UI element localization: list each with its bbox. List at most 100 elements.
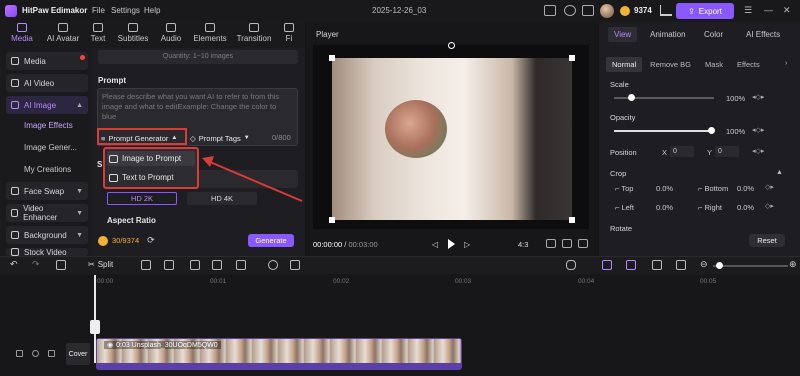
export-button[interactable]: ⇪ Export xyxy=(676,3,734,19)
tab-animation[interactable]: Animation xyxy=(644,27,692,42)
crop-bottom-value[interactable]: 0.0% xyxy=(737,184,754,193)
magnet-icon[interactable] xyxy=(626,260,636,270)
chevron-right-icon[interactable]: › xyxy=(785,60,787,67)
style-option[interactable] xyxy=(198,170,298,188)
resize-handle[interactable] xyxy=(569,217,575,223)
undo-icon[interactable]: ↶ xyxy=(10,259,18,270)
audio-mute-icon[interactable] xyxy=(48,350,55,357)
resize-handle[interactable] xyxy=(329,217,335,223)
avatar-tool-icon[interactable] xyxy=(268,260,278,270)
delete-icon[interactable] xyxy=(56,260,66,270)
opacity-value[interactable]: 100% xyxy=(726,127,745,136)
fit-icon[interactable] xyxy=(676,260,686,270)
prev-frame-icon[interactable]: ◁ xyxy=(432,240,438,249)
resize-handle[interactable] xyxy=(329,55,335,61)
zoom-slider-knob[interactable] xyxy=(716,262,723,269)
crop-right-value[interactable]: 0.0% xyxy=(737,203,754,212)
tab-transition[interactable]: Transition xyxy=(232,23,276,47)
reset-button[interactable]: Reset xyxy=(749,234,785,247)
sidebar-item-background[interactable]: Background ▼ xyxy=(6,226,88,244)
subtab-effects[interactable]: Effects xyxy=(731,57,766,72)
fullscreen-icon[interactable] xyxy=(562,239,572,248)
menu-settings[interactable]: Settings xyxy=(111,6,140,15)
opacity-slider[interactable] xyxy=(614,130,714,132)
preview-image[interactable] xyxy=(332,58,572,220)
tab-filters[interactable]: Fi xyxy=(278,23,300,47)
info-icon[interactable] xyxy=(564,5,576,16)
tab-audio[interactable]: Audio xyxy=(154,23,188,47)
zoom-slider[interactable] xyxy=(713,265,788,267)
redo-icon[interactable]: ↷ xyxy=(32,259,40,270)
tab-text[interactable]: Text xyxy=(84,23,112,47)
subtab-normal[interactable]: Normal xyxy=(606,56,643,72)
eye-icon[interactable] xyxy=(32,350,39,357)
sidebar-item-ai-video[interactable]: AI Video xyxy=(6,74,88,92)
refresh-icon[interactable]: ⟳ xyxy=(147,235,155,246)
sidebar-sub-image-generator[interactable]: Image Gener... xyxy=(24,143,77,152)
camera-icon[interactable] xyxy=(546,239,556,248)
track-collapse-handle[interactable] xyxy=(90,320,100,334)
snap-icon[interactable] xyxy=(652,260,662,270)
minimize-icon[interactable]: — xyxy=(764,5,773,15)
close-icon[interactable]: ✕ xyxy=(783,5,791,16)
sidebar-item-video-enhancer[interactable]: Video Enhancer ▼ xyxy=(6,204,88,222)
expand-icon[interactable] xyxy=(578,239,588,248)
split-button[interactable]: ✂ Split xyxy=(88,260,113,269)
resolution-hd-4k[interactable]: HD 4K xyxy=(187,192,257,205)
sidebar-sub-image-effects[interactable]: Image Effects xyxy=(24,121,73,130)
subtab-remove-bg[interactable]: Remove BG xyxy=(644,57,697,72)
menu-help[interactable]: Help xyxy=(144,6,160,15)
zoom-out-icon[interactable]: ⊖ xyxy=(700,259,708,270)
image-tool-icon[interactable] xyxy=(290,260,300,270)
scale-slider-knob[interactable] xyxy=(628,94,635,101)
sidebar-item-face-swap[interactable]: Face Swap ▼ xyxy=(6,182,88,200)
tab-subtitles[interactable]: Subtitles xyxy=(112,23,154,47)
aspect-ratio-select[interactable]: 4:3 xyxy=(518,240,528,249)
subtab-mask[interactable]: Mask xyxy=(699,57,729,72)
sidebar-item-media[interactable]: Media xyxy=(6,52,88,70)
keyframe-icon[interactable]: ◂◇▸ xyxy=(752,147,764,155)
tab-view[interactable]: View xyxy=(608,27,638,42)
play-icon[interactable] xyxy=(448,239,455,249)
keyframe-icon[interactable]: ◂◇▸ xyxy=(752,93,764,101)
mirror-icon[interactable] xyxy=(236,260,246,270)
cart-icon[interactable] xyxy=(660,5,672,16)
sidebar-item-stock-video[interactable]: Stock Video xyxy=(6,248,88,256)
scale-value[interactable]: 100% xyxy=(726,94,745,103)
prompt-tags-button[interactable]: ◇ Prompt Tags ▼ xyxy=(190,132,250,144)
generate-button[interactable]: Generate xyxy=(248,234,294,247)
position-x-input[interactable]: 0 xyxy=(670,146,694,157)
tab-media[interactable]: Media xyxy=(2,23,42,47)
lock-icon[interactable] xyxy=(16,350,23,357)
shield-icon[interactable] xyxy=(141,260,151,270)
microphone-icon[interactable] xyxy=(566,260,576,270)
menu-file[interactable]: File xyxy=(92,6,105,15)
crop-left-value[interactable]: 0.0% xyxy=(656,203,673,212)
monitor-icon[interactable] xyxy=(544,5,556,16)
chevron-up-icon[interactable]: ▲ xyxy=(776,169,783,176)
opacity-slider-knob[interactable] xyxy=(708,127,715,134)
menu-icon[interactable]: ☰ xyxy=(744,5,752,16)
dropdown-item-image-to-prompt[interactable]: Image to Prompt xyxy=(107,151,195,166)
dropdown-item-text-to-prompt[interactable]: Text to Prompt xyxy=(107,170,195,185)
keyframe-icon[interactable]: ◇▸ xyxy=(765,183,774,191)
tab-color[interactable]: Color xyxy=(698,27,729,42)
tab-elements[interactable]: Elements xyxy=(188,23,232,47)
sidebar-sub-my-creations[interactable]: My Creations xyxy=(24,165,71,174)
resolution-hd-2k[interactable]: HD 2K xyxy=(107,192,177,205)
rotate-icon[interactable] xyxy=(212,260,222,270)
keyframe-icon[interactable]: ◂◇▸ xyxy=(752,126,764,134)
cover-button[interactable]: Cover xyxy=(66,343,90,365)
avatar[interactable] xyxy=(600,4,614,18)
crop-top-value[interactable]: 0.0% xyxy=(656,184,673,193)
position-y-input[interactable]: 0 xyxy=(715,146,739,157)
text-tool-icon[interactable] xyxy=(164,260,174,270)
mail-icon[interactable] xyxy=(582,5,594,16)
keyframe-icon[interactable]: ◇▸ xyxy=(765,202,774,210)
resize-handle[interactable] xyxy=(569,55,575,61)
tab-ai-effects[interactable]: AI Effects xyxy=(740,27,786,42)
next-frame-icon[interactable]: ▷ xyxy=(464,240,470,249)
tab-ai-avatar[interactable]: AI Avatar xyxy=(42,23,84,47)
link-icon[interactable] xyxy=(602,260,612,270)
sidebar-item-ai-image[interactable]: AI Image ▲ xyxy=(6,96,88,114)
